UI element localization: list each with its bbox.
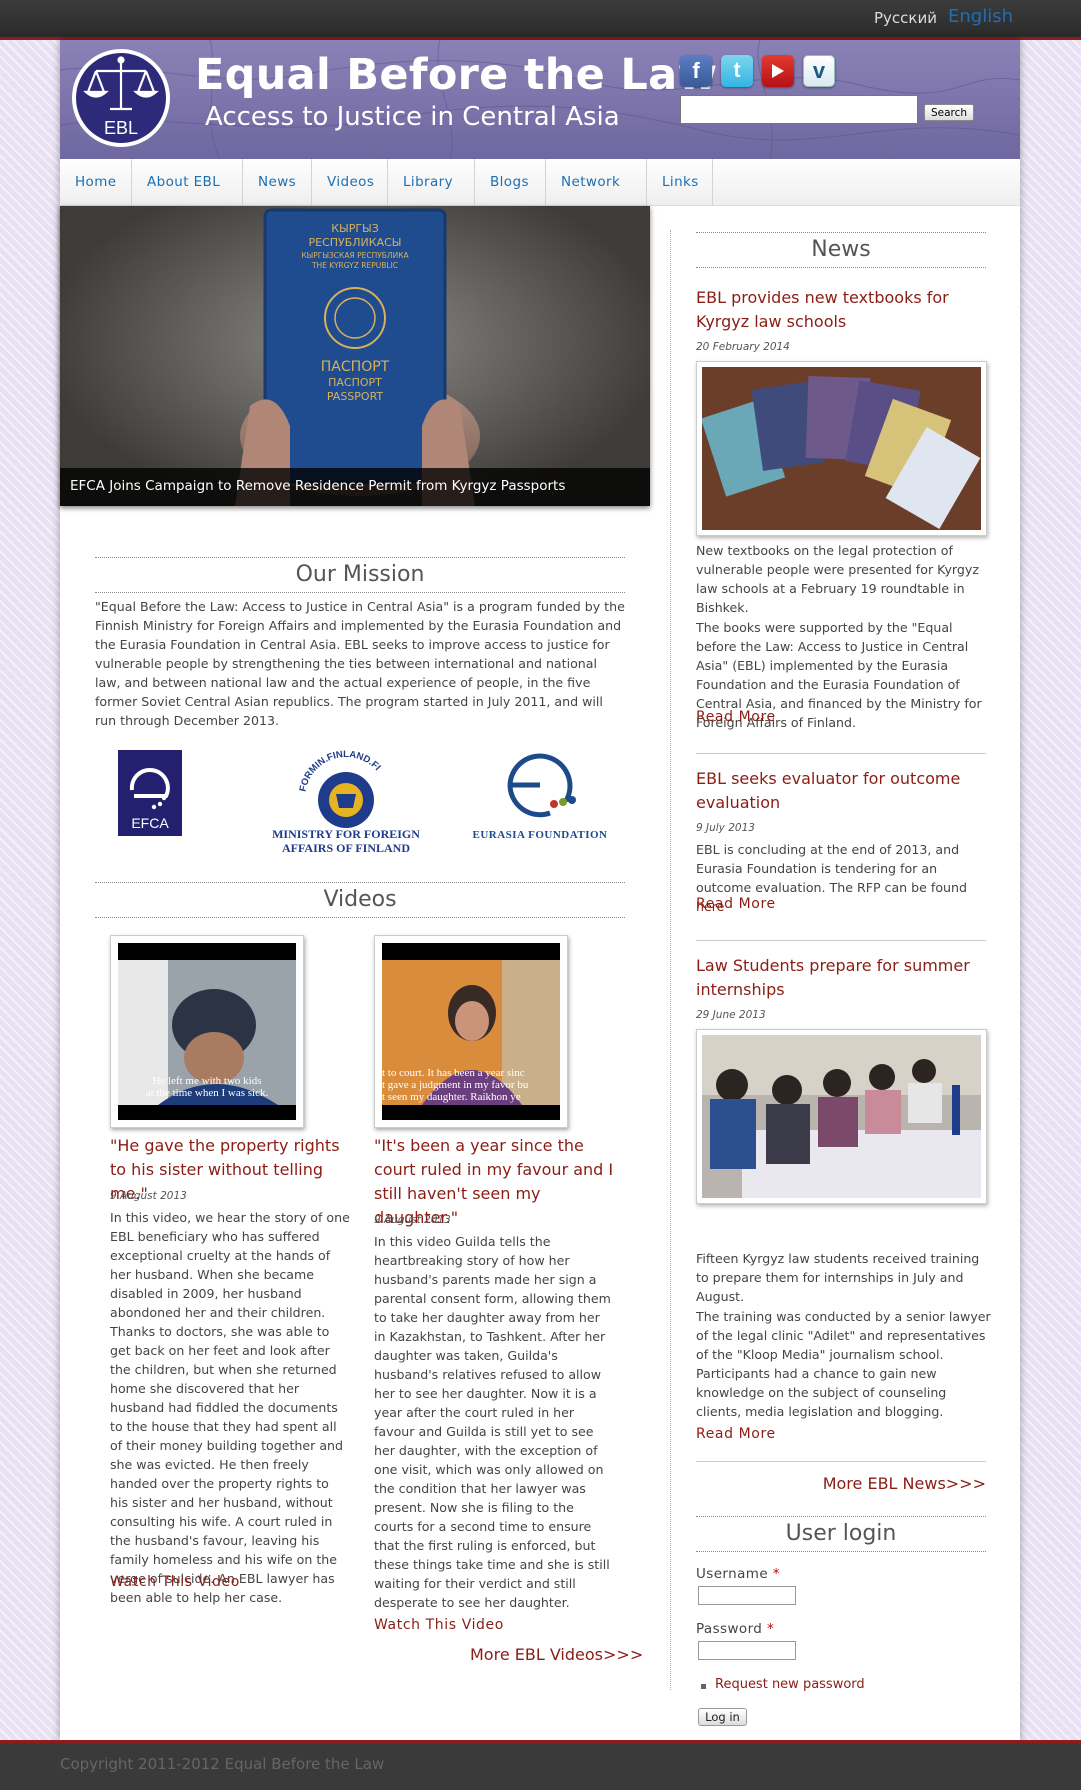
- video-2-description: In this video Guilda tells the heartbrea…: [374, 1234, 611, 1610]
- hero-caption[interactable]: EFCA Joins Campaign to Remove Residence …: [70, 478, 565, 494]
- username-label: Username *: [696, 1566, 780, 1582]
- news-1-para-1: New textbooks on the legal protection of…: [696, 543, 979, 615]
- username-input[interactable]: [698, 1586, 796, 1605]
- news-1-title[interactable]: EBL provides new textbooks for Kyrgyz la…: [696, 286, 996, 334]
- required-mark: *: [766, 1621, 775, 1637]
- sidebar-divider: [670, 230, 671, 1690]
- news-1-date: 20 February 2014: [696, 341, 790, 353]
- passport-line-7: PASSPORT: [327, 390, 384, 403]
- mission-text: "Equal Before the Law: Access to Justice…: [95, 599, 625, 728]
- list-bullet: [701, 1684, 706, 1689]
- news-separator: [696, 1461, 986, 1462]
- passport-line-6: ПАСПОРТ: [328, 376, 382, 389]
- more-news-link[interactable]: More EBL News>>>: [760, 1472, 986, 1496]
- video-2-subtitle-line-2: t gave a judgment in my favor bu: [382, 1079, 529, 1091]
- ebl-logo[interactable]: EBL: [70, 47, 172, 149]
- finland-line-1: MINISTRY FOR FOREIGN: [272, 827, 420, 841]
- finland-line-2: AFFAIRS OF FINLAND: [282, 841, 410, 855]
- hero-slide[interactable]: КЫРГЫЗ РЕСПУБЛИКАСЫ КЫРГЫЗСКАЯ РЕСПУБЛИК…: [60, 206, 650, 506]
- request-password-link[interactable]: Request new password: [715, 1677, 865, 1692]
- eurasia-logo-text: EURASIA FOUNDATION: [472, 829, 607, 841]
- news-3-para-2: The training was conducted by a senior l…: [696, 1309, 991, 1419]
- news-2-text: EBL is concluding at the end of 2013, an…: [696, 842, 968, 895]
- video-2-subtitle-line-1: t to court. It has been a year sinc: [382, 1067, 525, 1079]
- nav-network[interactable]: Network: [546, 159, 647, 206]
- site-subtitle: Access to Justice in Central Asia: [205, 102, 620, 132]
- news-3-title[interactable]: Law Students prepare for summer internsh…: [696, 954, 996, 1002]
- passport-line-4: THE KYRGYZ REPUBLIC: [311, 261, 398, 270]
- news-heading: News: [696, 232, 986, 268]
- site-footer: Copyright 2011-2012 Equal Before the Law: [0, 1740, 1081, 1790]
- eurasia-foundation-logo[interactable]: EURASIA FOUNDATION: [470, 740, 610, 846]
- nav-news[interactable]: News: [243, 159, 312, 206]
- video-1-description: In this video, we hear the story of one …: [110, 1210, 350, 1605]
- site-header: EBL Equal Before the Law Access to Justi…: [60, 40, 1020, 159]
- login-button[interactable]: Log in: [698, 1708, 747, 1726]
- more-videos-link[interactable]: More EBL Videos>>>: [470, 1643, 643, 1667]
- video-2-watch-link[interactable]: Watch This Video: [374, 1617, 504, 1633]
- news-3-date: 29 June 2013: [696, 1009, 766, 1021]
- passport-line-1: КЫРГЫЗ: [331, 222, 379, 235]
- main-nav: Home About EBL News Videos Library Blogs…: [60, 159, 1020, 206]
- video-still-2: t to court. It has been a year sinc t ga…: [382, 943, 560, 1120]
- video-1-date: 9 August 2013: [110, 1190, 187, 1202]
- required-mark: *: [772, 1566, 780, 1582]
- efca-logo[interactable]: EFCA: [118, 750, 182, 836]
- youtube-icon[interactable]: [762, 55, 794, 87]
- news-1-image[interactable]: [696, 361, 987, 536]
- video-thumbnail-1[interactable]: He left me with two kids at the time whe…: [110, 935, 304, 1128]
- nav-blogs[interactable]: Blogs: [475, 159, 546, 206]
- hero-image: КЫРГЫЗ РЕСПУБЛИКАСЫ КЫРГЫЗСКАЯ РЕСПУБЛИК…: [235, 208, 480, 506]
- video-1-subtitle-line-2: at the time when I was sick.: [146, 1087, 269, 1099]
- language-bar: Русский English: [0, 0, 1081, 40]
- news-3-read-more[interactable]: Read More: [696, 1426, 776, 1442]
- passport-line-5: ПАСПОРТ: [321, 359, 390, 375]
- video-2-date: 9 August 2013: [374, 1214, 451, 1226]
- page-container: EBL Equal Before the Law Access to Justi…: [60, 40, 1020, 1742]
- nav-library[interactable]: Library: [388, 159, 475, 206]
- twitter-icon[interactable]: t: [721, 55, 753, 87]
- lang-russian-link[interactable]: Русский: [874, 9, 937, 27]
- passport-line-2: РЕСПУБЛИКАСЫ: [308, 236, 401, 249]
- video-1-watch-link[interactable]: Watch This Video: [110, 1574, 240, 1590]
- news-3-image[interactable]: [696, 1029, 987, 1204]
- news-1-read-more[interactable]: Read More: [696, 709, 776, 725]
- site-title[interactable]: Equal Before the Law: [195, 50, 717, 100]
- nav-links[interactable]: Links: [647, 159, 713, 206]
- mission-heading: Our Mission: [95, 557, 625, 593]
- nav-about-ebl[interactable]: About EBL: [132, 159, 243, 206]
- news-2-read-more[interactable]: Read More: [696, 896, 776, 912]
- passport-line-3: КЫРГЫЗСКАЯ РЕСПУБЛИКА: [301, 251, 409, 260]
- password-label: Password *: [696, 1621, 775, 1637]
- nav-videos[interactable]: Videos: [312, 159, 388, 206]
- video-still-1: He left me with two kids at the time whe…: [118, 943, 296, 1120]
- facebook-icon[interactable]: f: [680, 55, 712, 87]
- news-separator: [696, 753, 986, 754]
- news-2-date: 9 July 2013: [696, 822, 755, 834]
- news-3-para-1: Fifteen Kyrgyz law students received tra…: [696, 1251, 980, 1304]
- search-button[interactable]: Search: [924, 104, 974, 121]
- efca-logo-text: EFCA: [131, 815, 169, 831]
- logo-text: EBL: [104, 118, 138, 138]
- video-2-subtitle-line-3: t seen my daughter. Raikhon ye: [382, 1091, 521, 1103]
- news-separator: [696, 940, 986, 941]
- nav-home[interactable]: Home: [60, 159, 132, 206]
- search-input[interactable]: [680, 95, 918, 124]
- finland-ministry-logo[interactable]: FORMIN.FINLAND.FI MINISTRY FOR FOREIGN A…: [263, 736, 429, 858]
- news-2-title[interactable]: EBL seeks evaluator for outcome evaluati…: [696, 767, 996, 815]
- vimeo-icon[interactable]: v: [803, 55, 835, 87]
- video-1-subtitle-line-1: He left me with two kids: [152, 1075, 261, 1087]
- user-login-heading: User login: [696, 1516, 986, 1552]
- copyright-text: Copyright 2011-2012 Equal Before the Law: [60, 1755, 385, 1773]
- password-input[interactable]: [698, 1641, 796, 1660]
- video-thumbnail-2[interactable]: t to court. It has been a year sinc t ga…: [374, 935, 568, 1128]
- lang-english-link[interactable]: English: [948, 6, 1013, 27]
- videos-heading: Videos: [95, 882, 625, 918]
